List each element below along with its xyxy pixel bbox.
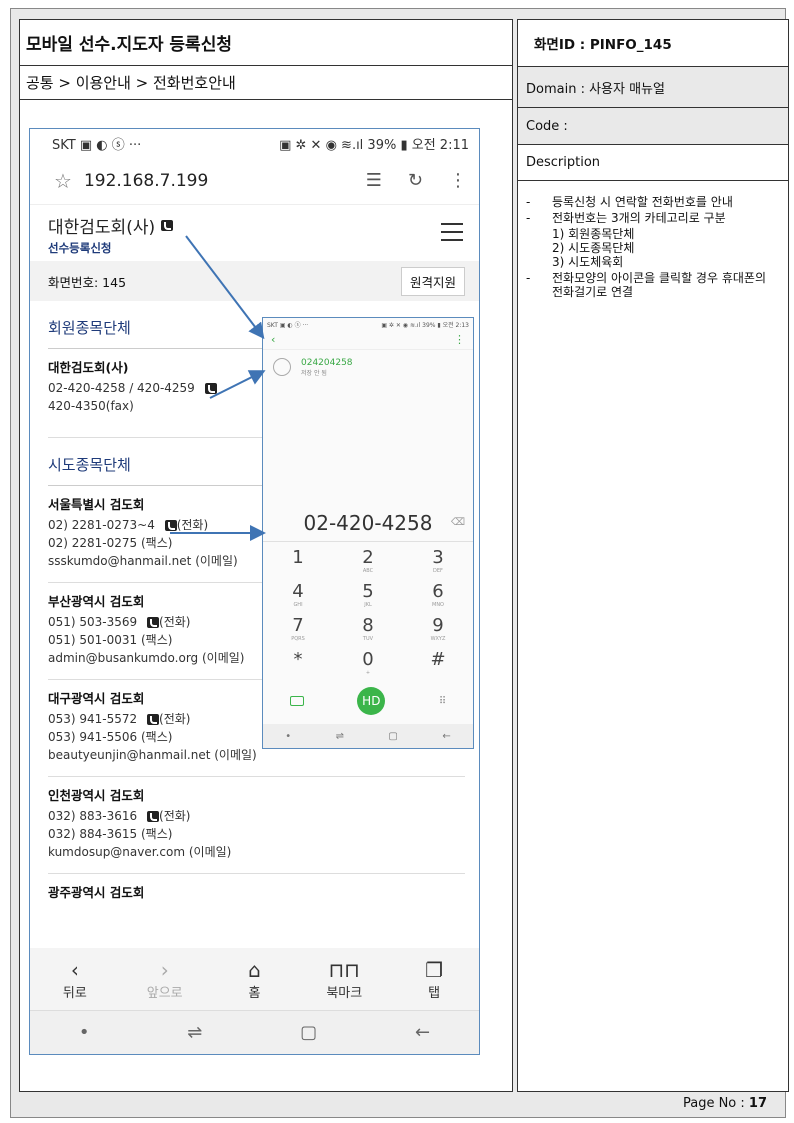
call-button[interactable]: HD xyxy=(357,687,386,715)
right-panel: 화면ID : PINFO_145 Domain : 사용자 매뉴얼 Code :… xyxy=(517,19,789,1092)
hamburger-menu-icon[interactable] xyxy=(441,223,463,247)
phone-icon[interactable] xyxy=(161,220,174,231)
home-square-icon[interactable]: ▢ xyxy=(388,731,397,742)
phone-icon[interactable] xyxy=(204,383,217,394)
key-4[interactable]: 4 GHI xyxy=(263,578,333,612)
nav-bookmark[interactable]: ⊓⊓ 북마크 xyxy=(309,958,379,1001)
status-left: SKT ▣ ◐ ⓢ ··· xyxy=(52,137,142,153)
chevron-left-icon: ‹ xyxy=(70,957,79,982)
site-name: 대한검도회(사) xyxy=(48,218,156,238)
avatar-icon xyxy=(273,358,291,376)
video-call-icon[interactable] xyxy=(289,696,304,706)
dialer-screenshot: SKT ▣ ◐ ⓢ ··· ▣ ✲ ✕ ◉ ≋.ıl 39% ▮ 오전 2:13 … xyxy=(262,317,474,749)
dialer-number-display: 02-420-4258 ⌫ xyxy=(263,504,473,542)
back-arrow-icon[interactable]: ← xyxy=(415,1022,430,1043)
browser-url-bar[interactable]: ☆ 192.168.7.199 ☰ ↻ ⋮ xyxy=(30,157,479,205)
description-item: - 등록신청 시 연락할 전화번호를 안내 xyxy=(526,195,733,209)
dialer-back-icon[interactable]: ‹ xyxy=(271,333,275,346)
status-bar: SKT ▣ ◐ ⓢ ··· ▣ ✲ ✕ ◉ ≋.ıl 39% ▮ 오전 2:11 xyxy=(30,129,479,157)
phone-icon[interactable] xyxy=(147,714,160,725)
site-subtitle: 선수등록신청 xyxy=(48,241,112,255)
breadcrumb: 공통 > 이용안내 > 전화번호안내 xyxy=(20,66,512,100)
dot-icon[interactable]: • xyxy=(79,1022,90,1043)
nav-forward[interactable]: › 앞으로 xyxy=(130,958,200,1001)
key-star[interactable]: * xyxy=(263,646,333,680)
tabs-icon: ❐ xyxy=(425,957,444,982)
key-2[interactable]: 2 ABC xyxy=(333,544,403,578)
reader-icon[interactable]: ☰ xyxy=(366,170,382,191)
back-arrow-icon[interactable]: ← xyxy=(442,731,450,742)
dialer-status-bar: SKT ▣ ◐ ⓢ ··· ▣ ✲ ✕ ◉ ≋.ıl 39% ▮ 오전 2:13 xyxy=(267,322,469,329)
chevron-right-icon: › xyxy=(160,957,169,982)
key-9[interactable]: 9 WXYZ xyxy=(403,612,473,646)
description-item: - 전화번호는 3개의 카테고리로 구분 xyxy=(526,211,726,225)
nav-tab[interactable]: ❐ 탭 xyxy=(399,958,469,1001)
dialer-actions: HD ⠿ xyxy=(263,684,473,718)
key-7[interactable]: 7 PQRS xyxy=(263,612,333,646)
key-6[interactable]: 6 MNO xyxy=(403,578,473,612)
nav-home[interactable]: ⌂ 홈 xyxy=(219,958,289,1001)
dialer-system-nav: • ⇌ ▢ ← xyxy=(263,724,473,748)
phone-icon[interactable] xyxy=(147,811,160,822)
more-icon[interactable]: ⋮ xyxy=(449,170,467,191)
screen-number: 화면번호: 145 xyxy=(48,274,127,290)
org-item: 인천광역시 검도회 032) 883-3616 (전화) 032) 884-36… xyxy=(48,777,465,874)
doc-title: 모바일 선수.지도자 등록신청 xyxy=(20,20,512,66)
screen-id: 화면ID : PINFO_145 xyxy=(518,20,788,67)
recent-apps-icon[interactable]: ⇌ xyxy=(336,731,344,742)
phone-icon[interactable] xyxy=(164,520,177,531)
keypad-toggle-icon[interactable]: ⠿ xyxy=(439,696,446,707)
nav-back[interactable]: ‹ 뒤로 xyxy=(40,958,110,1001)
star-icon[interactable]: ☆ xyxy=(54,169,72,193)
reload-icon[interactable]: ↻ xyxy=(408,170,423,191)
phone-icon[interactable] xyxy=(147,617,160,628)
description-sub: 2) 시도종목단체 xyxy=(552,241,635,255)
recent-apps-icon[interactable]: ⇌ xyxy=(187,1022,202,1043)
key-5[interactable]: 5 JKL xyxy=(333,578,403,612)
system-nav-bar: • ⇌ ▢ ← xyxy=(30,1010,479,1054)
dialer-keypad: 1 2 ABC 3 DEF 4 GHI 5 JKL 6 MNO 7 PQRS 8 TUV 9W… xyxy=(263,544,473,680)
dialer-more-icon[interactable]: ⋮ xyxy=(454,333,465,346)
dialer-recent-call[interactable]: 024204258 저장 안 됨 xyxy=(263,350,473,384)
dot-icon[interactable]: • xyxy=(285,731,291,742)
description-label: Description xyxy=(518,145,788,181)
key-1[interactable]: 1 xyxy=(263,544,333,578)
url-text[interactable]: 192.168.7.199 xyxy=(84,171,208,191)
key-8[interactable]: 8 TUV xyxy=(333,612,403,646)
bookmark-icon: ⊓⊓ xyxy=(328,957,360,982)
remote-support-button[interactable]: 원격지원 xyxy=(400,266,465,296)
description-sub: 1) 회원종목단체 xyxy=(552,227,635,241)
code-label: Code : xyxy=(518,108,788,145)
dialer-top-bar: ‹ ⋮ xyxy=(263,330,473,350)
screen-number-bar: 화면번호: 145 원격지원 xyxy=(30,261,479,301)
key-3[interactable]: 3 DEF xyxy=(403,544,473,578)
domain-label: Domain : 사용자 매뉴얼 xyxy=(518,67,788,108)
description-list: - 등록신청 시 연락할 전화번호를 안내 - 전화번호는 3개의 카테고리로 구분… xyxy=(518,181,788,299)
description-sub: 3) 시도체육회 xyxy=(552,255,624,269)
key-hash[interactable]: # xyxy=(403,646,473,680)
status-right: ▣ ✲ ✕ ◉ ≋.ıl 39% ▮ 오전 2:11 xyxy=(279,137,469,153)
site-header: 대한검도회(사) 선수등록신청 xyxy=(30,205,479,261)
description-item: - 전화모양의 아이콘을 클릭할 경우 휴대폰의 전화걸기로 연결 xyxy=(526,271,766,299)
key-0[interactable]: 0 + xyxy=(333,646,403,680)
backspace-icon[interactable]: ⌫ xyxy=(451,517,465,528)
home-square-icon[interactable]: ▢ xyxy=(300,1022,317,1043)
home-icon: ⌂ xyxy=(248,957,261,982)
org-item: 광주광역시 검도회 xyxy=(48,885,145,900)
browser-bottom-nav: ‹ 뒤로 › 앞으로 ⌂ 홈 ⊓⊓ 북마크 ❐ 탭 xyxy=(30,948,479,1010)
page-number: Page No : 17 xyxy=(682,1096,767,1111)
